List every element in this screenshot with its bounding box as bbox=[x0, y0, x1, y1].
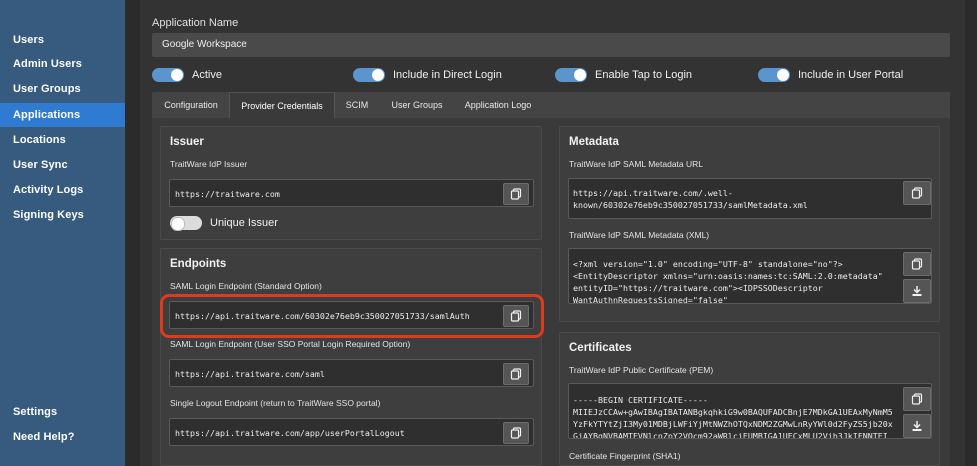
download-pem-button[interactable] bbox=[903, 414, 931, 438]
tab-scim[interactable]: SCIM bbox=[338, 92, 376, 118]
pem-line-2: MIIEJzCCAw+gAwIBAgIBATANBgkqhkiG9w0BAQUF… bbox=[573, 407, 893, 417]
highlight-annotation bbox=[160, 294, 544, 338]
copy-single-logout-button[interactable] bbox=[503, 422, 529, 444]
metadata-url-line-1: https://api.traitware.com/.well- bbox=[573, 188, 733, 198]
tap-to-login-toggle-label: Enable Tap to Login bbox=[595, 69, 693, 81]
copy-issuer-button[interactable] bbox=[503, 183, 529, 205]
application-name-input[interactable]: Google Workspace bbox=[152, 33, 950, 57]
user-portal-toggle-row[interactable]: Include in User Portal bbox=[758, 66, 903, 84]
sidebar-item-need-help[interactable]: Need Help? bbox=[0, 425, 125, 449]
sidebar-item-settings[interactable]: Settings bbox=[0, 400, 125, 424]
copy-icon bbox=[911, 258, 923, 270]
issuer-field-label: TraitWare IdP Issuer bbox=[170, 159, 248, 169]
sidebar-item-applications[interactable]: Applications bbox=[0, 103, 125, 127]
sidebar-item-locations[interactable]: Locations bbox=[0, 128, 125, 152]
saml-login-portal-value: https://api.traitware.com/saml bbox=[175, 369, 325, 379]
endpoints-title: Endpoints bbox=[170, 258, 227, 270]
copy-saml-login-portal-button[interactable] bbox=[503, 363, 529, 385]
active-toggle[interactable] bbox=[152, 68, 184, 82]
unique-issuer-row[interactable]: Unique Issuer bbox=[170, 214, 278, 232]
copy-icon bbox=[510, 427, 522, 439]
sidebar-item-admin-users[interactable]: Admin Users bbox=[0, 52, 125, 76]
saml-login-standard-label: SAML Login Endpoint (Standard Option) bbox=[170, 281, 322, 291]
metadata-title: Metadata bbox=[569, 136, 619, 148]
metadata-xml-line-4: WantAuthnRequestsSigned="false" bbox=[573, 295, 728, 304]
copy-icon bbox=[510, 368, 522, 380]
fingerprint-label: Certificate Fingerprint (SHA1) bbox=[569, 451, 681, 461]
sidebar-item-activity-logs[interactable]: Activity Logs bbox=[0, 178, 125, 202]
saml-login-portal-field[interactable]: https://api.traitware.com/saml bbox=[169, 359, 534, 387]
metadata-url-label: TraitWare IdP SAML Metadata URL bbox=[569, 159, 704, 169]
tap-to-login-toggle-row[interactable]: Enable Tap to Login bbox=[555, 66, 692, 84]
issuer-field[interactable]: https://traitware.com bbox=[169, 179, 534, 207]
issuer-value: https://traitware.com bbox=[175, 189, 280, 199]
pem-label: TraitWare IdP Public Certificate (PEM) bbox=[569, 365, 714, 375]
saml-login-portal-label: SAML Login Endpoint (User SSO Portal Log… bbox=[170, 339, 411, 349]
metadata-xml-line-2: <EntityDescriptor xmlns="urn:oasis:names… bbox=[573, 271, 883, 281]
download-icon bbox=[912, 286, 922, 296]
active-toggle-row[interactable]: Active bbox=[152, 66, 222, 84]
copy-metadata-xml-button[interactable] bbox=[903, 252, 931, 276]
gutter bbox=[125, 0, 140, 466]
tap-to-login-toggle[interactable] bbox=[555, 68, 587, 82]
tab-provider-credentials[interactable]: Provider Credentials bbox=[229, 92, 335, 118]
single-logout-field[interactable]: https://api.traitware.com/app/userPortal… bbox=[169, 418, 534, 446]
copy-pem-button[interactable] bbox=[903, 387, 931, 411]
pem-line-3: YzFkYTYtZjI3My01MDBjLWFiYjMtNWZhOTQxNDM2… bbox=[573, 419, 893, 429]
issuer-title: Issuer bbox=[170, 136, 204, 148]
single-logout-label: Single Logout Endpoint (return to TraitW… bbox=[170, 398, 381, 408]
application-name-label: Application Name bbox=[152, 17, 239, 29]
direct-login-toggle[interactable] bbox=[353, 68, 385, 82]
copy-icon bbox=[911, 393, 923, 405]
user-portal-toggle-label: Include in User Portal bbox=[798, 69, 904, 81]
direct-login-toggle-row[interactable]: Include in Direct Login bbox=[353, 66, 502, 84]
copy-icon bbox=[911, 187, 923, 199]
single-logout-value: https://api.traitware.com/app/userPortal… bbox=[175, 428, 405, 438]
metadata-xml-field[interactable]: <?xml version="1.0" encoding="UTF-8" sta… bbox=[568, 248, 932, 304]
pem-field[interactable]: -----BEGIN CERTIFICATE----- MIIEJzCCAw+g… bbox=[568, 383, 932, 439]
pem-line-4: GjAYBgNVBAMTEVNlcnZpY2VQcm92aWRlcjEUMBIG… bbox=[573, 431, 888, 439]
copy-metadata-url-button[interactable] bbox=[903, 181, 931, 205]
download-icon bbox=[912, 421, 922, 431]
metadata-url-field[interactable]: https://api.traitware.com/.well- known/6… bbox=[568, 178, 932, 219]
sidebar: Users Admin Users User Groups Applicatio… bbox=[0, 0, 125, 466]
pem-line-1: -----BEGIN CERTIFICATE----- bbox=[573, 395, 708, 405]
sidebar-item-user-sync[interactable]: User Sync bbox=[0, 153, 125, 177]
unique-issuer-label: Unique Issuer bbox=[210, 217, 278, 229]
user-portal-toggle[interactable] bbox=[758, 68, 790, 82]
metadata-xml-label: TraitWare IdP SAML Metadata (XML) bbox=[569, 230, 710, 240]
metadata-url-line-2: known/60302e76eb9c350027051733/samlMetad… bbox=[573, 200, 808, 210]
tab-configuration[interactable]: Configuration bbox=[154, 92, 228, 118]
direct-login-toggle-label: Include in Direct Login bbox=[393, 69, 502, 81]
tab-application-logo[interactable]: Application Logo bbox=[458, 92, 538, 118]
metadata-xml-line-3: entityID="https://traitware.com"><IDPSSO… bbox=[573, 283, 823, 293]
sidebar-item-users[interactable]: Users bbox=[0, 28, 125, 52]
right-edge bbox=[965, 0, 977, 466]
sidebar-item-signing-keys[interactable]: Signing Keys bbox=[0, 203, 125, 227]
download-metadata-xml-button[interactable] bbox=[903, 279, 931, 303]
copy-icon bbox=[510, 188, 522, 200]
certificates-title: Certificates bbox=[569, 342, 632, 354]
unique-issuer-toggle[interactable] bbox=[170, 216, 202, 231]
metadata-xml-line-1: <?xml version="1.0" encoding="UTF-8" sta… bbox=[573, 259, 843, 269]
tab-user-groups[interactable]: User Groups bbox=[384, 92, 450, 118]
sidebar-item-user-groups[interactable]: User Groups bbox=[0, 77, 125, 101]
active-toggle-label: Active bbox=[192, 69, 222, 81]
